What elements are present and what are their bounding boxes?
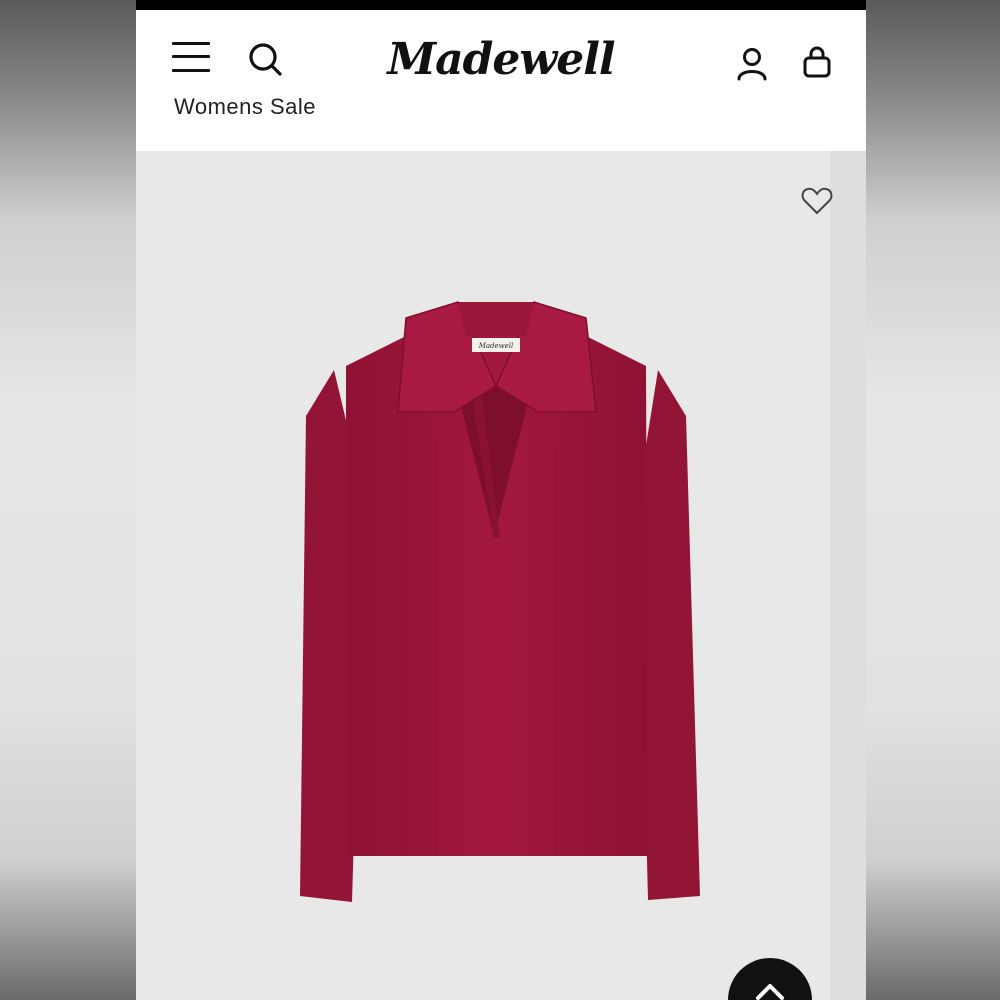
shopping-bag-button[interactable] <box>801 46 833 82</box>
chevron-up-icon <box>756 984 784 1000</box>
account-button[interactable] <box>734 46 770 82</box>
menu-icon <box>172 42 210 45</box>
product-label-text: Madewell <box>478 342 514 350</box>
menu-button[interactable] <box>172 42 212 74</box>
wishlist-button[interactable] <box>800 184 834 218</box>
background-blur-left <box>0 0 136 1000</box>
breadcrumb[interactable]: Womens Sale <box>174 94 316 120</box>
site-header: Madewell Womens Sale <box>136 10 866 151</box>
menu-icon-bar <box>172 55 210 58</box>
product-page: Madewell Womens Sale Madewell <box>136 0 866 1000</box>
brand-logo[interactable]: Madewell <box>376 30 626 90</box>
account-icon <box>737 48 767 81</box>
next-image-peek[interactable] <box>830 151 866 1000</box>
shopping-bag-icon <box>803 46 831 78</box>
scroll-to-top-button[interactable] <box>728 958 812 1000</box>
status-bar <box>136 0 866 10</box>
background-blur-right <box>866 0 1000 1000</box>
search-button[interactable] <box>246 40 286 80</box>
heart-icon <box>801 187 833 215</box>
search-icon <box>249 43 282 76</box>
menu-icon-bar <box>172 69 210 72</box>
product-photo-sweater: Madewell <box>300 301 700 902</box>
